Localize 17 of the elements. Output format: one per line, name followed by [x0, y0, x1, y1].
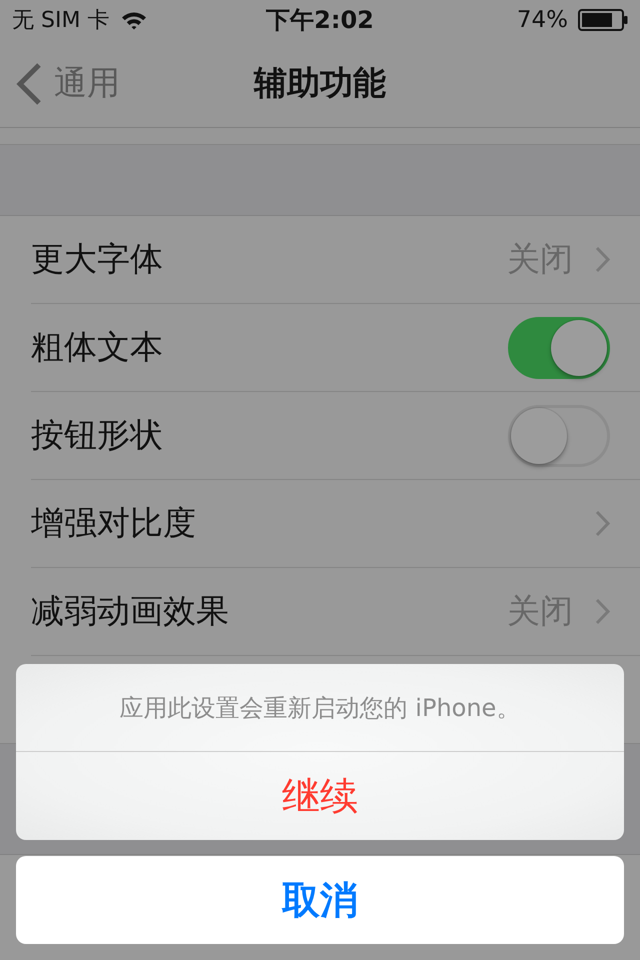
row-label: 减弱动画效果 — [31, 590, 230, 632]
chevron-right-icon — [595, 246, 610, 273]
cancel-button[interactable]: 取消 — [16, 856, 624, 944]
back-chevron-icon — [16, 62, 42, 104]
alert-message: 应用此设置会重新启动您的 iPhone。 — [120, 692, 520, 724]
row-label: 增强对比度 — [31, 502, 197, 544]
carrier-label: 无 SIM 卡 — [12, 7, 110, 35]
battery-percentage: 74% — [516, 7, 568, 33]
row-label: 粗体文本 — [31, 326, 164, 368]
chevron-right-icon — [595, 598, 610, 625]
chevron-right-icon — [595, 510, 610, 537]
row-label: 按钮形状 — [31, 414, 164, 456]
nav-title: 辅助功能 — [254, 62, 386, 104]
status-time: 下午2:02 — [266, 5, 374, 36]
wifi-icon — [121, 10, 148, 30]
battery-icon — [578, 9, 628, 31]
row-label: 更大字体 — [31, 238, 164, 280]
